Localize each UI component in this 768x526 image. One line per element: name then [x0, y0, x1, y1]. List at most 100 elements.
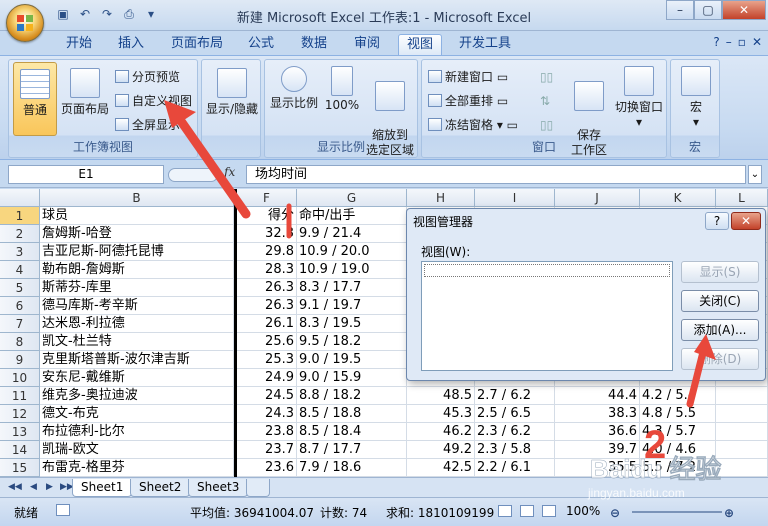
row-header[interactable]: 2	[0, 225, 40, 243]
cell-h[interactable]: 48.5	[407, 387, 475, 405]
expand-formula-icon[interactable]: ⌄	[748, 165, 762, 184]
arrange-all-button[interactable]: 全部重排 ▭	[428, 92, 508, 110]
page-layout-view-button[interactable]: 页面布局	[59, 68, 111, 117]
cell-k[interactable]: 4.2 / 5.4	[640, 387, 716, 405]
cell-player[interactable]: 球员	[40, 207, 234, 225]
normal-view-button[interactable]: 普通	[13, 62, 57, 136]
cell-f[interactable]: 23.8	[237, 423, 297, 441]
page-layout-status-icon[interactable]	[520, 505, 534, 517]
cell-g[interactable]: 8.3 / 17.7	[297, 279, 407, 297]
cell-player[interactable]: 勒布朗-詹姆斯	[40, 261, 234, 279]
prev-sheet-icon[interactable]: ◀	[30, 482, 37, 492]
cell-i[interactable]: 2.3 / 5.8	[475, 441, 555, 459]
sheet-tab[interactable]: Sheet3	[188, 479, 249, 497]
cell-g[interactable]: 7.9 / 18.6	[297, 459, 407, 477]
reset-position-icon[interactable]: ▯▯	[540, 116, 553, 134]
column-header[interactable]: J	[555, 189, 640, 207]
cell-g[interactable]: 9.9 / 21.4	[297, 225, 407, 243]
new-window-button[interactable]: 新建窗口 ▭	[428, 68, 508, 86]
row-header[interactable]: 12	[0, 405, 40, 423]
cell-f[interactable]: 32.3	[237, 225, 297, 243]
custom-views-button[interactable]: 自定义视图	[115, 92, 192, 110]
row-header[interactable]: 9	[0, 351, 40, 369]
zoom-button[interactable]: 显示比例	[267, 66, 321, 111]
cell-j[interactable]: 39.7	[555, 441, 640, 459]
cell-g[interactable]: 8.3 / 19.5	[297, 315, 407, 333]
row-header[interactable]: 4	[0, 261, 40, 279]
minimize-button[interactable]: –	[666, 0, 694, 20]
row-header[interactable]: 14	[0, 441, 40, 459]
cell-f[interactable]: 得分	[237, 207, 297, 225]
cell-i[interactable]: 2.3 / 6.2	[475, 423, 555, 441]
cell-l[interactable]	[716, 387, 768, 405]
cell-player[interactable]: 克里斯塔普斯-波尔津吉斯	[40, 351, 234, 369]
row-header[interactable]: 7	[0, 315, 40, 333]
show-hide-button[interactable]: 显示/隐藏	[204, 68, 260, 117]
cell-player[interactable]: 德文-布克	[40, 405, 234, 423]
cell-j[interactable]: 36.6	[555, 423, 640, 441]
cell-h[interactable]: 45.3	[407, 405, 475, 423]
close-button[interactable]: ✕	[722, 0, 766, 20]
first-sheet-icon[interactable]: ◀◀	[8, 482, 22, 492]
row-header[interactable]: 15	[0, 459, 40, 477]
zoom-slider[interactable]	[632, 511, 722, 513]
cell-f[interactable]: 25.6	[237, 333, 297, 351]
cell-h[interactable]: 46.2	[407, 423, 475, 441]
sheet-tab[interactable]: Sheet2	[130, 479, 191, 497]
delete-view-button[interactable]: 删除(D)	[681, 348, 759, 370]
tab-formulas[interactable]: 公式	[240, 34, 282, 55]
tab-review[interactable]: 审阅	[346, 34, 388, 55]
macro-record-icon[interactable]	[56, 504, 70, 516]
tab-page-layout[interactable]: 页面布局	[164, 34, 230, 55]
row-header[interactable]: 1	[0, 207, 40, 225]
cell-k[interactable]: 4.3 / 5.7	[640, 423, 716, 441]
tab-insert[interactable]: 插入	[110, 34, 152, 55]
office-button[interactable]	[6, 4, 44, 42]
dialog-help-button[interactable]: ?	[705, 212, 729, 230]
add-view-button[interactable]: 添加(A)...	[681, 319, 759, 341]
cell-player[interactable]: 凯文-杜兰特	[40, 333, 234, 351]
cell-k[interactable]: 4.0 / 4.6	[640, 441, 716, 459]
insert-function-icon[interactable]: fx	[224, 165, 235, 179]
cell-f[interactable]: 25.3	[237, 351, 297, 369]
cell-player[interactable]: 布雷克-格里芬	[40, 459, 234, 477]
cell-g[interactable]: 9.0 / 19.5	[297, 351, 407, 369]
close-dialog-button[interactable]: 关闭(C)	[681, 290, 759, 312]
maximize-button[interactable]: ▢	[694, 0, 722, 20]
normal-view-status-icon[interactable]	[498, 505, 512, 517]
cell-g[interactable]: 10.9 / 20.0	[297, 243, 407, 261]
sync-scroll-icon[interactable]: ⇅	[540, 92, 550, 110]
name-box[interactable]: E1	[8, 165, 164, 184]
doc-restore-button[interactable]: ▫	[738, 35, 746, 49]
formula-input[interactable]: 场均时间	[246, 165, 746, 184]
cell-f[interactable]: 28.3	[237, 261, 297, 279]
row-header[interactable]: 8	[0, 333, 40, 351]
cell-f[interactable]: 24.5	[237, 387, 297, 405]
cell-i[interactable]: 2.7 / 6.2	[475, 387, 555, 405]
cell-g[interactable]: 10.9 / 19.0	[297, 261, 407, 279]
cell-g[interactable]: 9.5 / 18.2	[297, 333, 407, 351]
column-header[interactable]: F	[237, 189, 297, 207]
row-header[interactable]: 11	[0, 387, 40, 405]
tab-home[interactable]: 开始	[58, 34, 100, 55]
tab-developer[interactable]: 开发工具	[452, 34, 518, 55]
zoom-100-button[interactable]: 100%	[323, 66, 361, 112]
cell-f[interactable]: 23.6	[237, 459, 297, 477]
cell-g[interactable]: 8.7 / 17.7	[297, 441, 407, 459]
insert-sheet-icon[interactable]	[246, 479, 270, 497]
column-header[interactable]: G	[297, 189, 407, 207]
cell-player[interactable]: 布拉德利-比尔	[40, 423, 234, 441]
cell-f[interactable]: 24.3	[237, 405, 297, 423]
zoom-out-icon[interactable]: ⊖	[610, 506, 620, 520]
cell-player[interactable]: 维克多-奥拉迪波	[40, 387, 234, 405]
row-header[interactable]: 13	[0, 423, 40, 441]
select-all-corner[interactable]	[0, 189, 40, 207]
cell-f[interactable]: 26.1	[237, 315, 297, 333]
cell-k[interactable]: 5.5 / 7.2	[640, 459, 716, 477]
cell-l[interactable]	[716, 441, 768, 459]
doc-close-button[interactable]: ✕	[752, 35, 762, 49]
row-header[interactable]: 5	[0, 279, 40, 297]
cell-f[interactable]: 26.3	[237, 297, 297, 315]
cell-l[interactable]	[716, 423, 768, 441]
cell-f[interactable]: 26.3	[237, 279, 297, 297]
